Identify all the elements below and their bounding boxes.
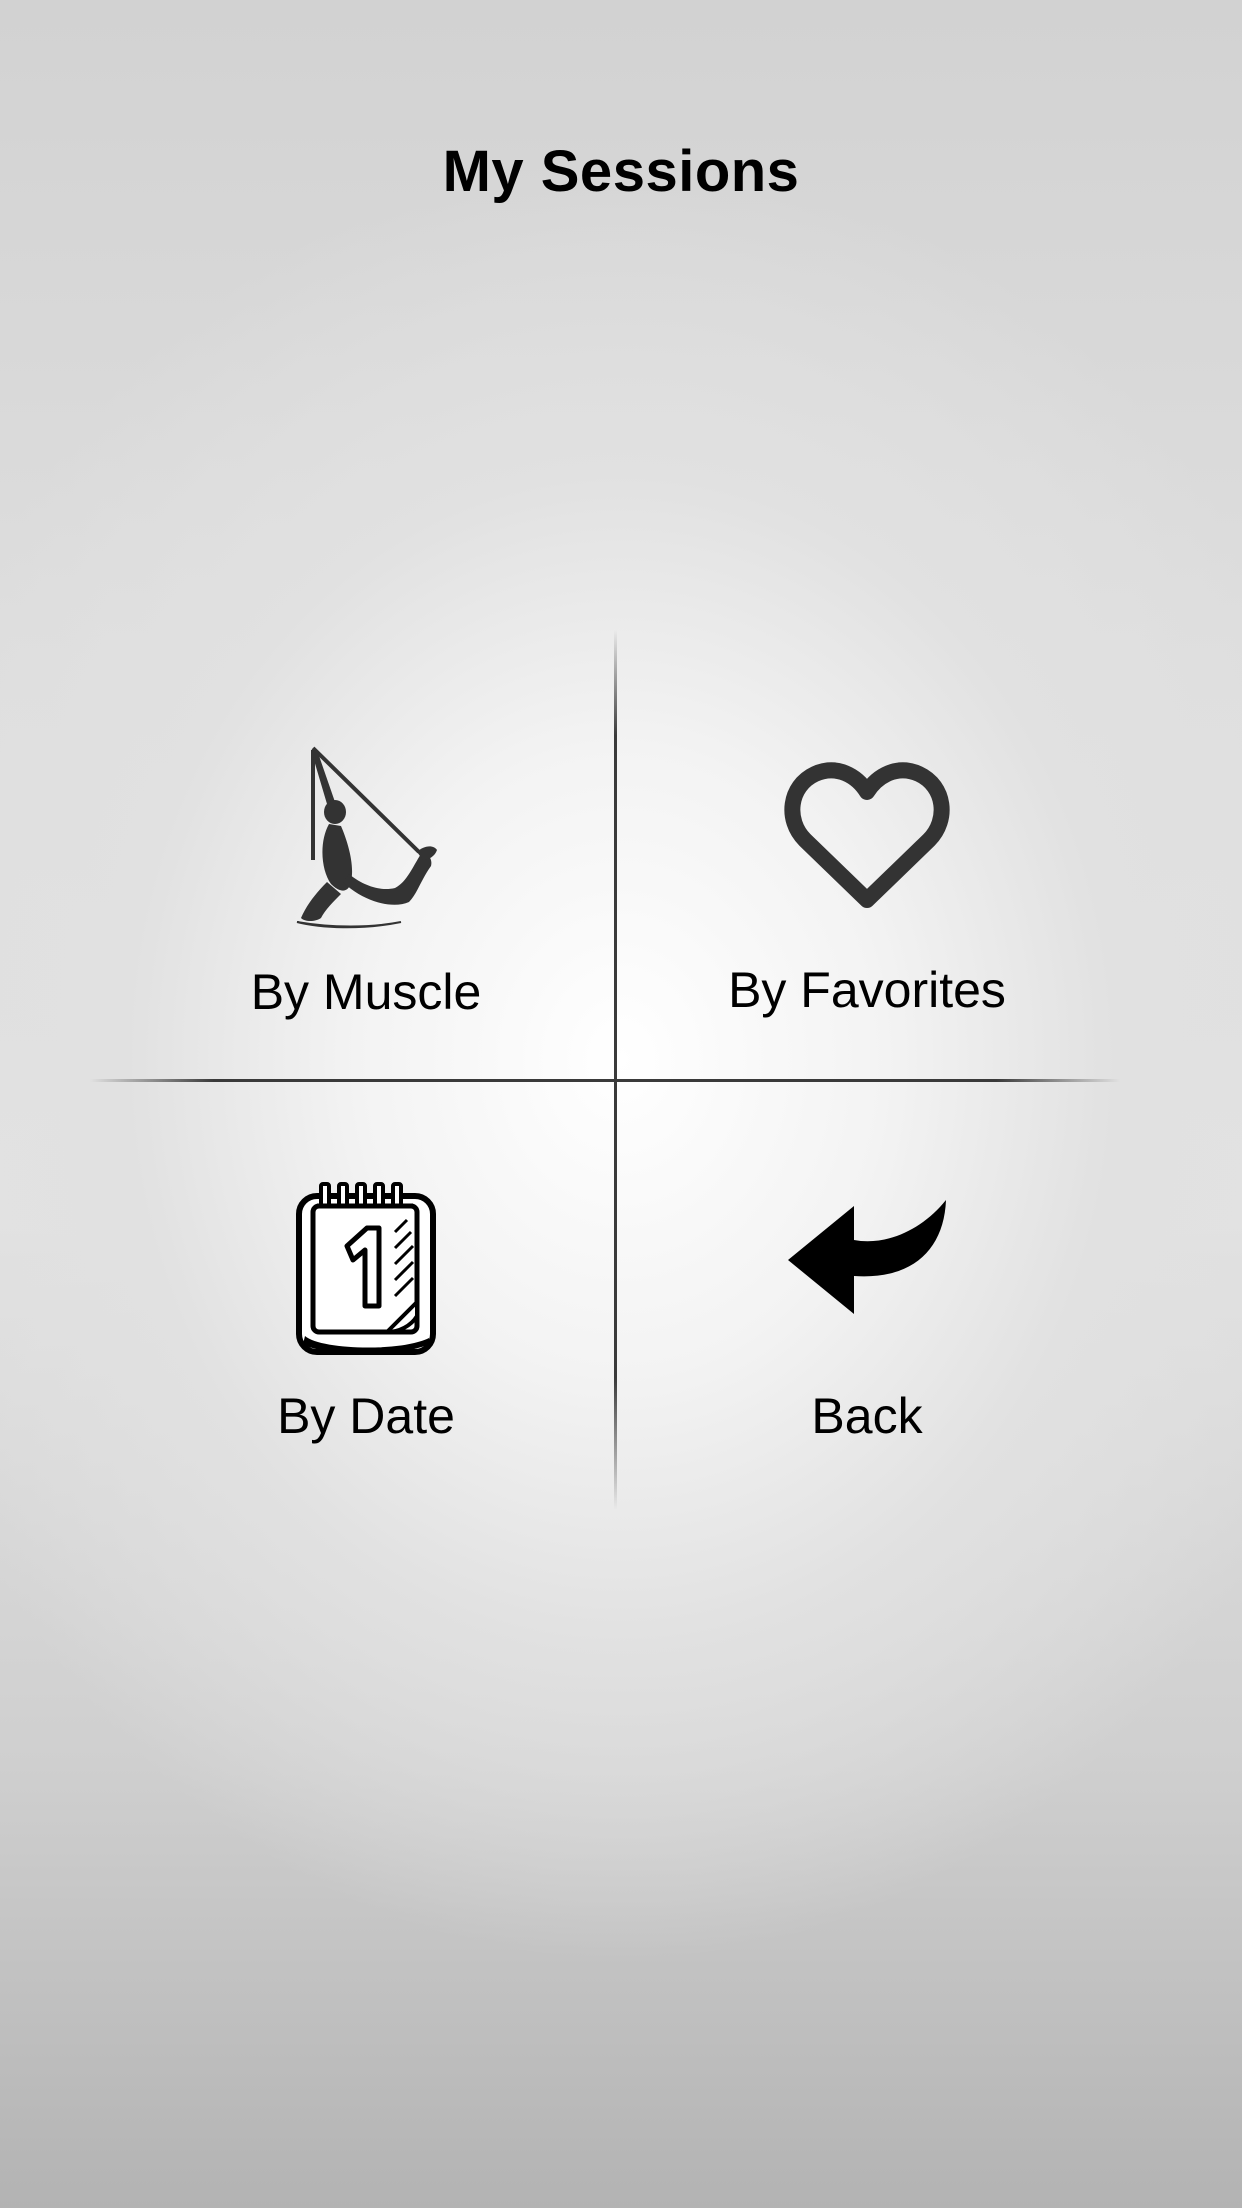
back-button[interactable]: Back: [617, 1160, 1117, 1460]
calendar-icon: [296, 1182, 436, 1355]
back-arrow-icon: [788, 1200, 946, 1314]
aerial-yoga-figure-icon: [296, 746, 437, 929]
back-label: Back: [811, 1388, 923, 1444]
by-favorites-button[interactable]: By Favorites: [617, 730, 1117, 1030]
page-title: My Sessions: [442, 139, 800, 204]
horizontal-divider: [90, 1079, 1120, 1082]
by-muscle-label: By Muscle: [250, 964, 482, 1020]
by-muscle-button[interactable]: By Muscle: [116, 730, 616, 1030]
heart-icon: [784, 762, 950, 908]
by-date-label: By Date: [277, 1388, 455, 1444]
by-date-button[interactable]: By Date: [116, 1160, 616, 1460]
by-favorites-label: By Favorites: [728, 962, 1006, 1018]
